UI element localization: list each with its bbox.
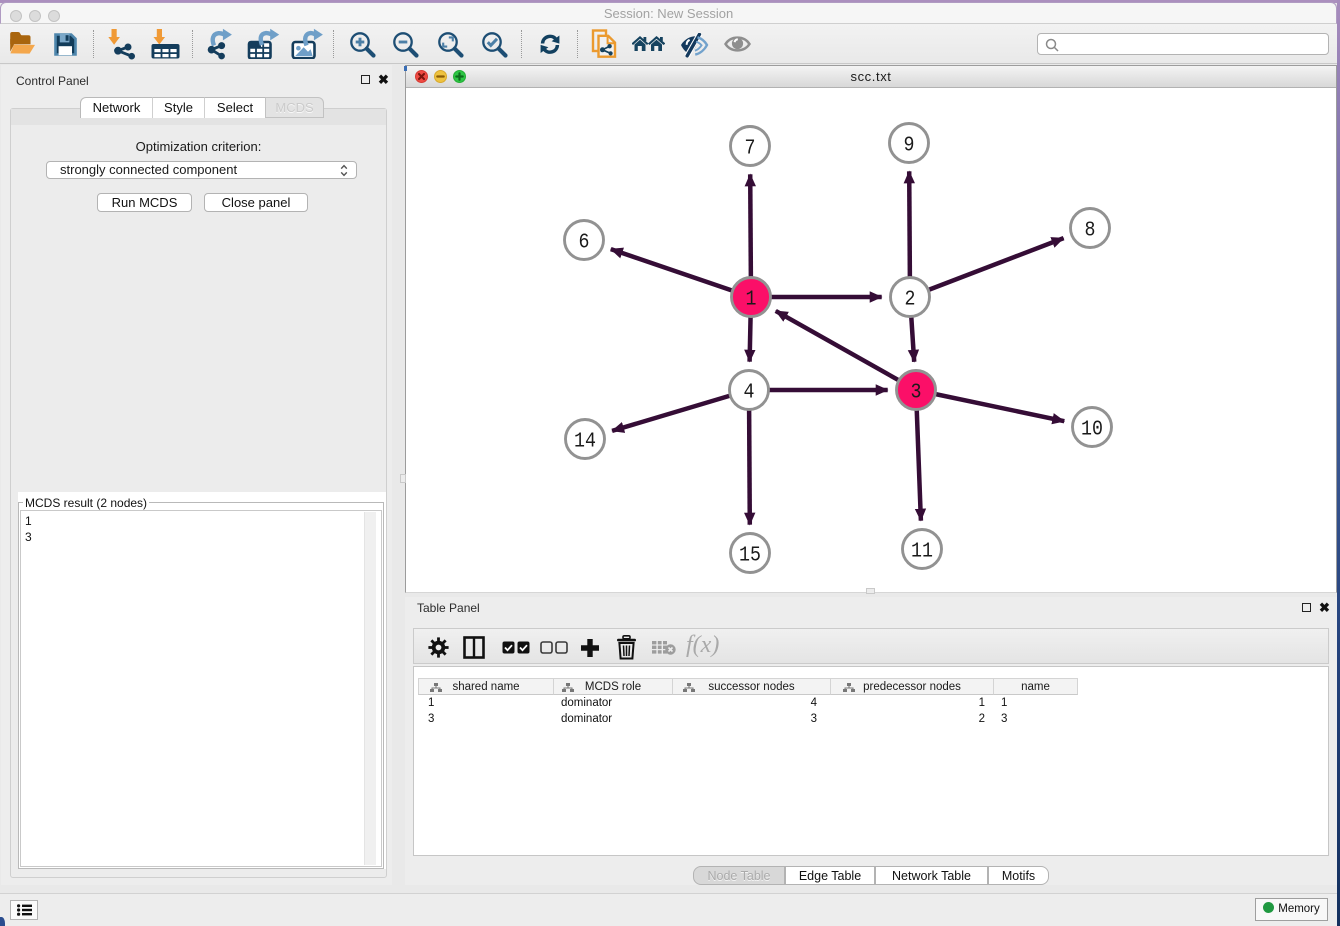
svg-text:1: 1: [746, 286, 757, 311]
svg-text:3: 3: [911, 379, 922, 404]
svg-text:10: 10: [1081, 416, 1103, 441]
svg-text:4: 4: [744, 379, 755, 404]
svg-text:15: 15: [739, 542, 761, 567]
svg-text:8: 8: [1085, 217, 1096, 242]
svg-text:7: 7: [745, 135, 756, 160]
svg-text:11: 11: [911, 538, 933, 563]
svg-text:14: 14: [574, 428, 596, 453]
svg-text:2: 2: [905, 286, 916, 311]
svg-text:6: 6: [579, 229, 590, 254]
svg-text:9: 9: [904, 132, 915, 157]
